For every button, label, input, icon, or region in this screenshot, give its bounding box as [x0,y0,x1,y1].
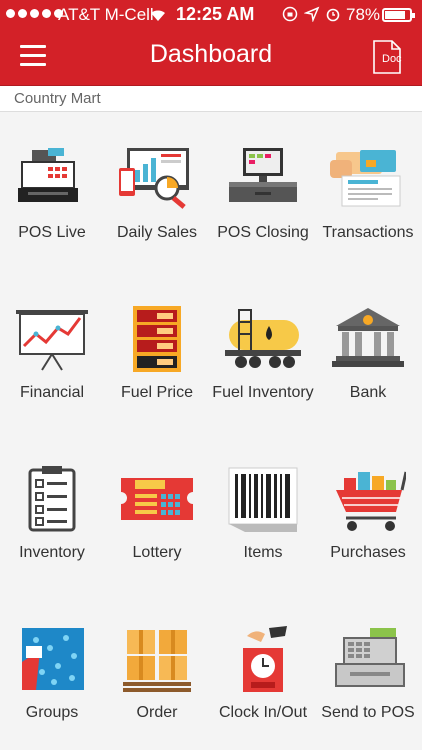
tile-financial[interactable]: Financial [0,272,104,422]
tile-lottery[interactable]: Lottery [105,432,209,582]
tile-label: Clock In/Out [218,704,308,721]
alarm-icon [326,8,340,22]
sales-report-icon [119,148,189,209]
tile-label: Fuel Inventory [212,384,314,401]
tile-fuel-inventory[interactable]: Fuel Inventory [211,272,315,422]
tile-label: Groups [25,704,79,721]
dashboard-grid: POS Live Daily Sales POS Closing Transac… [0,112,422,750]
store-name: Country Mart [0,86,422,112]
page-title: Dashboard [149,40,273,68]
document-label: Doc [382,53,402,65]
tile-inventory[interactable]: Inventory [0,432,104,582]
tile-transactions[interactable]: Transactions [316,112,420,262]
tile-label: Fuel Price [120,384,194,401]
tile-purchases[interactable]: Purchases [316,432,420,582]
pos-terminal-icon [229,148,297,202]
navigation-bar: Dashboard Doc [0,30,422,86]
tile-label: Items [243,544,283,561]
tile-label: POS Closing [217,224,309,241]
tile-pos-closing[interactable]: POS Closing [211,112,315,262]
line-chart-board-icon [16,310,88,371]
fuel-tanker-icon [225,309,301,368]
tile-label: Purchases [330,544,406,561]
tile-label: Order [136,704,178,721]
shopping-cart-icon [336,471,406,531]
tile-send-to-pos[interactable]: Send to POS [316,592,420,742]
wifi-icon [151,10,165,21]
time-clock-icon [243,626,287,692]
bank-icon [332,308,404,367]
tile-label: Bank [349,384,387,401]
tile-groups[interactable]: Groups [0,592,104,742]
battery-percent: 78% [346,5,381,24]
tile-daily-sales[interactable]: Daily Sales [105,112,209,262]
status-bar: AT&T M-Cell 12:25 AM 78% [0,0,422,30]
barcode-icon [228,467,298,532]
boxes-icon [123,630,191,692]
orientation-lock-icon [282,6,298,22]
battery-icon [382,8,415,22]
clock-time: 12:25 AM [176,4,255,24]
register-send-icon [335,628,405,687]
groups-icon [22,628,84,690]
document-button[interactable]: Doc [372,40,402,74]
tile-label: Lottery [132,544,182,561]
cash-register-icon [18,148,78,202]
location-arrow-icon [304,6,320,22]
carrier-name: AT&T M-Cell [58,5,154,24]
tile-label: Send to POS [321,704,415,721]
tile-items[interactable]: Items [211,432,315,582]
tile-fuel-price[interactable]: Fuel Price [105,272,209,422]
tile-label: POS Live [18,224,86,241]
credit-card-icon [330,150,401,207]
lotto-ticket-icon [121,478,193,520]
tile-label: Financial [19,384,85,401]
tile-label: Inventory [19,544,85,561]
tile-bank[interactable]: Bank [316,272,420,422]
tile-label: Daily Sales [116,224,198,241]
tile-pos-live[interactable]: POS Live [0,112,104,262]
tile-label: Transactions [322,224,414,241]
tile-clock-in-out[interactable]: Clock In/Out [211,592,315,742]
fuel-price-board-icon [133,306,181,372]
signal-strength-icon [6,9,63,18]
tile-order[interactable]: Order [105,592,209,742]
clipboard-checklist-icon [28,466,76,532]
